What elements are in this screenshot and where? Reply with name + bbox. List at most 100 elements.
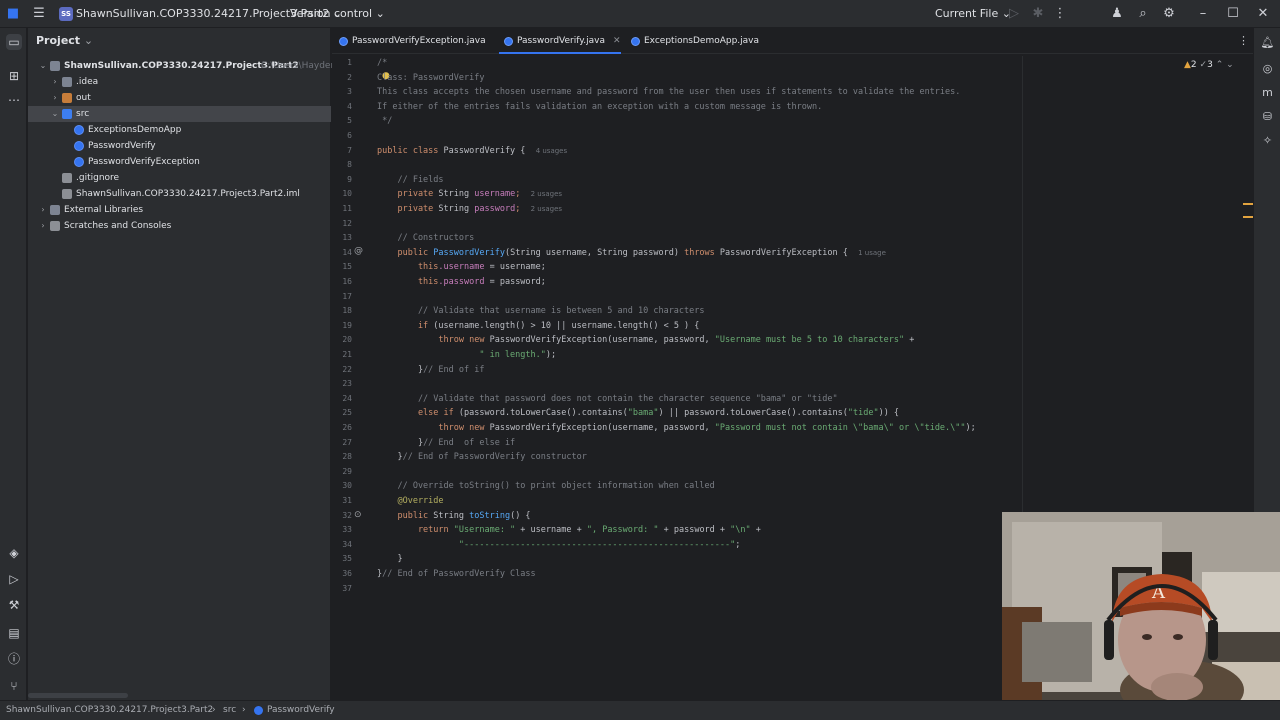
breadcrumb-separator: › (242, 705, 246, 715)
code-line: @Override (377, 496, 444, 506)
notifications-icon[interactable]: 🔔︎ (1260, 36, 1275, 51)
problems-tool-icon[interactable]: ⓘ (6, 651, 22, 667)
title-bar: ■ ☰ SS ShawnSullivan.COP3330.24217.Proje… (0, 0, 1280, 28)
tree-item[interactable]: › .idea (28, 74, 331, 90)
close-icon[interactable]: ✕ (1255, 6, 1271, 22)
terminal-tool-icon[interactable]: ▤ (6, 625, 22, 641)
line-number: 21 (342, 350, 352, 359)
tree-item[interactable]: ⌄ src (28, 106, 331, 122)
code-line: // Validate that username is between 5 a… (377, 306, 705, 317)
main-menu-icon[interactable]: ☰ (31, 6, 47, 22)
code-line: // Validate that password does not conta… (377, 393, 838, 404)
webcam-image: A (1002, 512, 1280, 700)
settings-icon[interactable]: ⚙ (1161, 6, 1177, 22)
editor-tab[interactable]: PasswordVerifyException.java (334, 28, 486, 54)
vcs-widget[interactable]: Version control ⌄ (290, 0, 385, 28)
tree-item[interactable]: ⌄ ShawnSullivan.COP3330.24217.Project3.Pa… (28, 58, 336, 74)
project-tool-icon[interactable]: ▭ (6, 34, 22, 50)
line-number: 14 (342, 247, 352, 257)
close-tab-icon[interactable]: ✕ (613, 36, 621, 46)
tree-item[interactable]: › out (28, 90, 331, 106)
editor-tab[interactable]: PasswordVerify.java ✕ (499, 28, 621, 54)
folder-icon (62, 77, 72, 87)
run-tool-icon[interactable]: ▷ (6, 571, 22, 587)
status-bar: ShawnSullivan.COP3330.24217.Project3.Par… (0, 700, 1280, 720)
horizontal-scrollbar[interactable] (28, 693, 128, 698)
line-number: 4 (347, 101, 352, 111)
tab-label: PasswordVerify.java (517, 36, 606, 46)
project-panel-header[interactable]: Project ⌄ (36, 34, 93, 47)
line-number: 19 (342, 320, 352, 330)
line-number: 34 (342, 539, 352, 549)
run-icon[interactable]: ▷ (1006, 6, 1022, 22)
webcam-overlay: A (1002, 512, 1280, 700)
code-line: // Constructors (377, 233, 475, 244)
line-number: 26 (342, 423, 352, 432)
tab-actions-icon[interactable]: ⋮ (1238, 34, 1249, 47)
code-line: // Fields (377, 174, 444, 185)
editor-tab[interactable]: ExceptionsDemoApp.java (626, 28, 759, 54)
line-number: 23 (342, 379, 352, 389)
implements-gutter-icon[interactable]: ⊙ (354, 510, 362, 520)
code-line: private String password; 2 usages (377, 204, 563, 214)
chevron-right-icon[interactable]: › (38, 202, 48, 218)
tree-item[interactable]: PasswordVerifyException (28, 154, 331, 170)
tab-label: ExceptionsDemoApp.java (644, 36, 760, 46)
chevron-down-icon[interactable]: ⌄ (38, 58, 48, 74)
line-number: 33 (342, 525, 352, 535)
chevron-right-icon[interactable]: › (50, 74, 60, 90)
structure-tool-icon[interactable]: ⊞ (6, 68, 22, 84)
maximize-icon[interactable]: ☐ (1225, 6, 1241, 22)
class-icon (339, 37, 348, 46)
code-line: */ (377, 116, 393, 127)
chevron-right-icon[interactable]: › (50, 90, 60, 106)
code-line: return "Username: " + username + ", Pass… (377, 525, 761, 536)
breadcrumb-class[interactable]: PasswordVerify (267, 701, 335, 720)
code-line: public PasswordVerify(String username, S… (377, 247, 886, 258)
tree-item[interactable]: PasswordVerify (28, 138, 331, 154)
editor-tabs: PasswordVerifyException.java PasswordVeri… (332, 28, 1280, 54)
services-tool-icon[interactable]: ◈ (6, 545, 22, 561)
more-tools-icon[interactable]: ⋯ (6, 92, 22, 108)
breadcrumb-src[interactable]: src (223, 701, 236, 720)
debug-icon[interactable]: ✱ (1030, 6, 1046, 22)
override-gutter-icon[interactable]: @ (354, 246, 363, 256)
line-number: 10 (342, 189, 352, 199)
line-number: 9 (347, 174, 352, 184)
minimize-icon[interactable]: – (1195, 6, 1211, 22)
ai-assistant-icon[interactable]: ✧ (1260, 134, 1275, 149)
tree-item[interactable]: ExceptionsDemoApp (28, 122, 331, 138)
code-line: This class accepts the chosen username a… (377, 87, 961, 98)
chevron-right-icon[interactable]: › (38, 218, 48, 234)
class-icon (631, 37, 640, 46)
line-number: 12 (342, 218, 352, 228)
tree-item[interactable]: › Scratches and Consoles (28, 218, 331, 234)
tree-item-label: out (76, 93, 91, 103)
code-with-me-icon[interactable]: ♟ (1109, 6, 1125, 22)
tree-item[interactable]: › External Libraries (28, 202, 331, 218)
build-tool-icon[interactable]: ⚒ (6, 597, 22, 613)
scroll-marker (1243, 203, 1253, 205)
line-number: 18 (342, 306, 352, 316)
line-number: 11 (342, 204, 352, 213)
code-line: }// End of else if (377, 437, 516, 448)
code-line: "---------------------------------------… (377, 539, 741, 550)
file-icon (62, 189, 72, 199)
more-actions-icon[interactable]: ⋮ (1052, 6, 1068, 22)
database-icon[interactable]: ⛁ (1260, 110, 1275, 125)
line-number: 13 (342, 233, 352, 243)
gradle-icon[interactable]: ◎ (1260, 62, 1275, 77)
chevron-down-icon[interactable]: ⌄ (50, 106, 60, 122)
code-line: /* (377, 58, 388, 68)
project-panel-title: Project (36, 34, 81, 47)
maven-icon[interactable]: m (1260, 86, 1275, 101)
line-number: 28 (342, 452, 352, 462)
run-config-select[interactable]: Current File ⌄ (935, 0, 1011, 28)
tree-item[interactable]: .gitignore (28, 170, 331, 186)
tree-item[interactable]: ShawnSullivan.COP3330.24217.Project3.Par… (28, 186, 331, 202)
search-icon[interactable]: ⌕ (1135, 6, 1151, 22)
git-tool-icon[interactable]: ⑂ (6, 678, 22, 694)
breadcrumb-separator: › (212, 705, 216, 715)
project-panel: Project ⌄ ⌄ ShawnSullivan.COP3330.24217.P… (28, 28, 336, 700)
breadcrumb-project[interactable]: ShawnSullivan.COP3330.24217.Project3.Par… (6, 701, 213, 720)
